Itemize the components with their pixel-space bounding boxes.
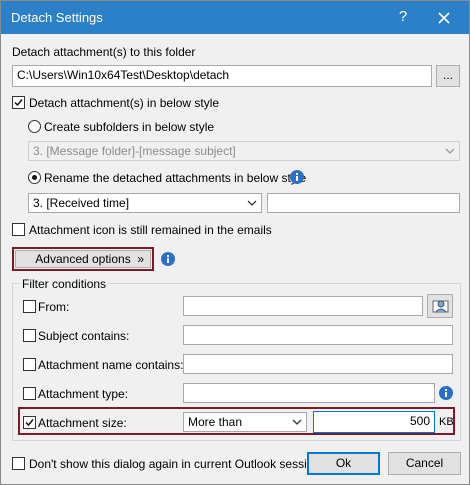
subject-label: Subject contains:	[38, 329, 130, 343]
title-bar: Detach Settings ?	[1, 1, 469, 34]
detach-settings-dialog: Detach Settings ? Detach attachment(s) t…	[0, 0, 470, 485]
folder-label: Detach attachment(s) to this folder	[12, 45, 196, 59]
subfolders-style-select[interactable]: 3. [Message folder]-[message subject]	[28, 141, 460, 161]
subfolders-style-value: 3. [Message folder]-[message subject]	[33, 144, 236, 158]
address-book-button[interactable]	[427, 294, 453, 318]
from-checkbox[interactable]	[23, 300, 36, 313]
rename-radio[interactable]	[28, 171, 41, 184]
rename-info-icon[interactable]	[290, 170, 304, 184]
window-title: Detach Settings	[11, 10, 103, 25]
attachment-type-input[interactable]	[183, 383, 435, 403]
detach-style-label: Detach attachment(s) in below style	[29, 96, 220, 110]
help-button[interactable]: ?	[393, 7, 413, 27]
address-book-icon	[432, 300, 449, 313]
rename-label: Rename the detached attachments in below…	[44, 171, 307, 185]
subject-input[interactable]	[183, 325, 453, 345]
chevron-down-icon	[247, 200, 257, 206]
size-operator-value: More than	[188, 415, 243, 429]
close-icon[interactable]	[433, 7, 455, 29]
attachment-size-checkbox[interactable]	[23, 416, 36, 429]
checkmark-icon	[25, 419, 34, 427]
keep-icon-label: Attachment icon is still remained in the…	[29, 223, 272, 237]
attachment-name-label: Attachment name contains:	[38, 358, 184, 372]
chevron-down-icon	[445, 148, 455, 154]
subfolders-label: Create subfolders in below style	[44, 120, 215, 134]
attachment-type-checkbox[interactable]	[23, 387, 36, 400]
attachment-type-label: Attachment type:	[38, 387, 129, 401]
rename-style-value: 3. [Received time]	[33, 196, 130, 210]
size-operator-select[interactable]: More than	[183, 412, 307, 432]
attachment-size-label: Attachment size:	[38, 416, 127, 430]
dont-show-label: Don't show this dialog again in current …	[29, 457, 324, 471]
folder-path-input[interactable]: C:\Users\Win10x64Test\Desktop\detach	[12, 65, 432, 87]
size-value-input[interactable]: 500	[313, 411, 435, 433]
ok-button[interactable]: Ok	[307, 452, 380, 475]
attachment-name-input[interactable]	[183, 354, 453, 374]
size-unit-label: KB	[439, 416, 454, 428]
keep-icon-checkbox[interactable]	[12, 223, 25, 236]
subfolders-radio[interactable]	[28, 120, 41, 133]
advanced-info-icon[interactable]	[161, 252, 175, 266]
checkmark-icon	[14, 99, 23, 107]
double-chevron-down-icon: »	[137, 252, 144, 266]
filter-conditions-title: Filter conditions	[20, 277, 109, 291]
chevron-down-icon	[292, 419, 302, 425]
from-input[interactable]	[183, 296, 423, 316]
dont-show-checkbox[interactable]	[12, 457, 25, 470]
from-label: From:	[38, 300, 70, 314]
attachment-name-checkbox[interactable]	[23, 358, 36, 371]
detach-style-checkbox[interactable]	[12, 96, 25, 109]
browse-button[interactable]: ...	[436, 65, 460, 87]
rename-extra-input[interactable]	[267, 193, 460, 213]
advanced-options-button[interactable]: Advanced options »	[15, 250, 151, 268]
advanced-options-label: Advanced options	[35, 252, 131, 266]
cancel-button[interactable]: Cancel	[388, 452, 461, 475]
attachment-type-info-icon[interactable]	[439, 386, 453, 400]
subject-checkbox[interactable]	[23, 329, 36, 342]
rename-style-select[interactable]: 3. [Received time]	[28, 193, 262, 213]
